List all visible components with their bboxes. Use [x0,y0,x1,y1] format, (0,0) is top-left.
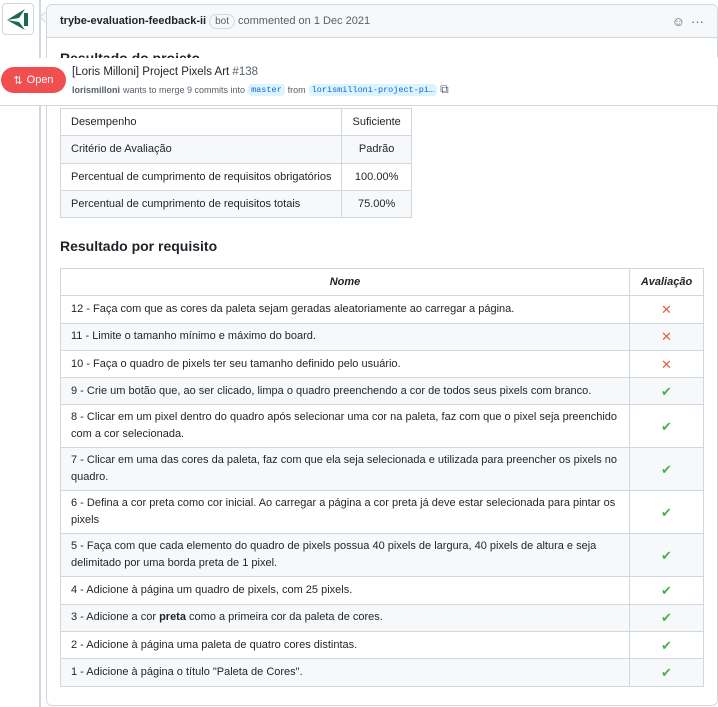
base-branch[interactable]: master [248,83,285,96]
requirement-name: 8 - Clicar em um pixel dentro do quadro … [60,404,630,449]
header-avaliacao: Avaliação [629,267,704,297]
name-bold: preta [159,611,186,624]
requirement-row: 9 - Crie um botão que, ao ser clicado, l… [60,377,704,406]
pr-state-badge: ⇅ Open [1,67,66,93]
requirement-name: 2 - Adicione à página uma paleta de quat… [60,631,630,660]
requirement-name: 6 - Defina a cor preta como cor inicial.… [60,490,630,535]
check-icon: ✔ [661,418,672,434]
pr-state-label: Open [26,74,54,86]
requirement-row: 1 - Adicione à página o título "Paleta d… [60,658,704,687]
check-icon: ✔ [661,637,672,653]
check-icon: ✔ [661,610,672,626]
header-nome: Nome [60,267,630,297]
head-branch[interactable]: lorismilloni-project-pi… [308,83,438,96]
requirement-row: 4 - Adicione à página um quadro de pixel… [60,576,704,605]
pr-title: [Loris Milloni] Project Pixels Art #138 [72,66,258,78]
requirement-row: 11 - Limite o tamanho mínimo e máximo do… [60,322,704,351]
pr-number: #138 [232,66,259,78]
heading-requirements: Resultado por requisito [60,238,218,254]
requirement-name: 4 - Adicione à página um quadro de pixel… [60,576,630,605]
requirement-name: 12 - Faça com que as cores da paleta sej… [60,295,630,324]
smiley-icon[interactable]: ☺ [672,14,685,29]
bot-avatar[interactable] [2,3,34,35]
check-icon: ✔ [661,504,672,520]
summary-value: Suficiente [341,107,412,137]
pr-sticky-header: ⇅ Open [Loris Milloni] Project Pixels Art… [0,58,718,106]
comment-author[interactable]: trybe-evaluation-feedback-ii [60,15,206,27]
requirements-table: Nome Avaliação 12 - Faça com que as cores… [60,267,704,687]
requirement-row: 12 - Faça com que as cores da paleta sej… [60,295,704,324]
cross-icon: ✕ [661,301,672,317]
cross-icon: ✕ [661,329,672,345]
check-icon: ✔ [661,461,672,477]
requirement-row: 3 - Adicione a cor preta como a primeira… [60,603,704,633]
summary-label: Desempenho [59,107,343,137]
comment-meta[interactable]: commented on 1 Dec 2021 [238,15,370,27]
requirement-name: 11 - Limite o tamanho mínimo e máximo do… [60,322,630,351]
comment-box: trybe-evaluation-feedback-ii bot comment… [46,4,718,706]
requirement-row: 8 - Clicar em um pixel dentro do quadro … [60,404,704,449]
summary-table: Desempenho Suficiente Critério de Avaliaçã… [59,107,412,219]
summary-value: Padrão [341,135,412,164]
requirement-name: 7 - Clicar em uma das cores da paleta, f… [60,447,630,492]
requirement-name: 3 - Adicione a cor preta como a primeira… [60,603,630,633]
name-part: como a primeira cor da paleta de cores. [185,611,383,624]
comment-header: trybe-evaluation-feedback-ii bot comment… [47,5,717,38]
summary-row: Critério de Avaliação Padrão [59,135,412,164]
summary-label: Percentual de cumprimento de requisitos … [59,189,343,219]
timeline-line [39,0,41,707]
requirement-row: 6 - Defina a cor preta como cor inicial.… [60,490,704,535]
requirement-row: 7 - Clicar em uma das cores da paleta, f… [60,447,704,492]
more-options-icon[interactable]: ··· [691,14,704,29]
from-label: from [287,84,306,95]
summary-row: Percentual de cumprimento de requisitos … [59,189,412,219]
requirement-row: 2 - Adicione à página uma paleta de quat… [60,631,704,660]
pr-subtitle: lorismilloni wants to merge 9 commits in… [72,82,449,97]
pr-title-text[interactable]: [Loris Milloni] Project Pixels Art [72,66,229,78]
requirement-name: 1 - Adicione à página o título "Paleta d… [60,658,630,687]
pr-action: wants to merge 9 commits into [123,84,246,95]
requirement-name: 5 - Faça com que cada elemento do quadro… [60,533,630,578]
requirement-name: 9 - Crie um botão que, ao ser clicado, l… [60,377,630,406]
pr-author[interactable]: lorismilloni [72,85,120,95]
check-icon: ✔ [661,383,672,399]
requirement-row: 5 - Faça com que cada elemento do quadro… [60,533,704,578]
name-part: 3 - Adicione a cor [71,611,160,624]
requirement-row: 10 - Faça o quadro de pixels ter seu tam… [60,349,704,379]
summary-value: 75.00% [341,189,412,219]
bot-badge: bot [209,13,235,29]
check-icon: ✔ [661,547,672,563]
pull-request-icon: ⇅ [13,74,23,87]
check-icon: ✔ [661,665,672,681]
summary-row: Percentual de cumprimento de requisitos … [59,162,412,191]
check-icon: ✔ [661,583,672,599]
summary-label: Critério de Avaliação [59,135,343,164]
summary-row: Desempenho Suficiente [59,107,412,137]
requirement-name: 10 - Faça o quadro de pixels ter seu tam… [60,349,630,379]
copy-icon[interactable]: ⧉ [440,82,449,97]
summary-value: 100.00% [341,162,412,191]
summary-label: Percentual de cumprimento de requisitos … [59,162,343,191]
cross-icon: ✕ [661,356,672,372]
